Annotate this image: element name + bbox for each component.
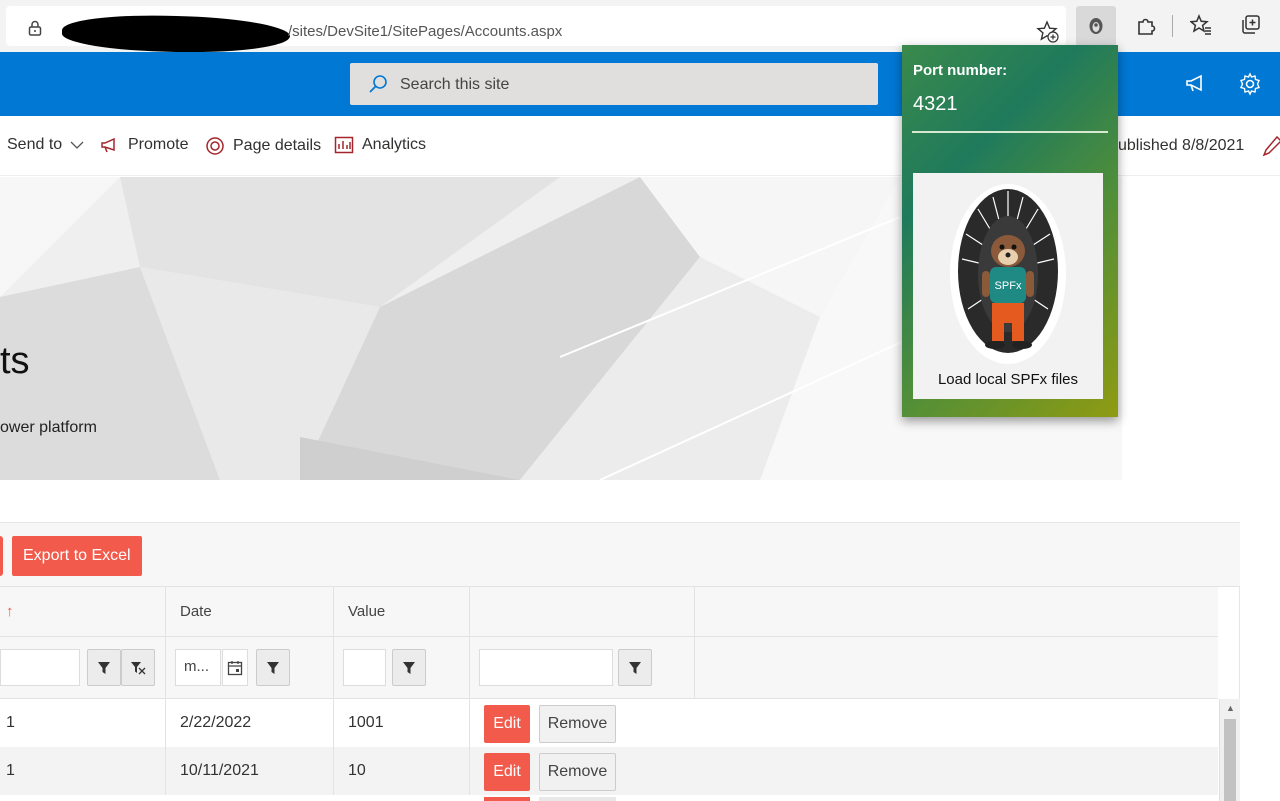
favorites-icon[interactable] [1188,12,1214,38]
cell-id: 1 [0,699,166,747]
export-to-excel-button[interactable]: Export to Excel [12,536,142,576]
promote-button[interactable]: Promote [100,136,188,154]
accounts-grid: Export to Excel ↑ Date Value m... 1 2/22… [0,522,1240,801]
send-to-button[interactable]: Send to [7,136,84,154]
send-to-label: Send to [7,136,63,153]
calendar-icon[interactable] [222,649,248,686]
page-details-label: Page details [233,137,322,154]
search-box[interactable]: Search this site [350,63,878,105]
filter-icon[interactable] [618,649,652,686]
edit-button[interactable]: Edit [484,705,530,743]
analytics-button[interactable]: Analytics [334,136,426,154]
grid-toolbar: Export to Excel [0,523,1240,587]
puzzle-icon[interactable] [1133,12,1159,38]
search-icon [369,75,387,93]
column-header-id[interactable]: ↑ [0,587,166,637]
search-input[interactable]: Search this site [400,76,509,94]
grid-header: ↑ Date Value [0,587,1218,637]
cell-date: 10/11/2021 [166,747,334,795]
spfx-mascot-image: SPFx [950,184,1066,364]
table-row[interactable]: 1 10/11/2021 10 Edit Remove [0,747,1218,795]
add-favorite-icon[interactable] [1036,20,1060,44]
column-header-date-label: Date [180,603,212,620]
grid-filter-row: m... [0,637,1218,699]
filter-cell-id [0,637,166,699]
cell-date: 2/22/2022 [166,699,334,747]
filter-cell-value [334,637,470,699]
cell-value: 10 [334,747,470,795]
collections-icon[interactable] [1238,12,1264,38]
port-input-underline [912,131,1108,133]
port-number-label: Port number: [913,62,1008,79]
table-row[interactable]: 1 2/22/2022 1001 Edit Remove [0,699,1218,747]
page-details-button[interactable]: Page details [205,136,321,156]
table-row-partial [0,795,1218,801]
filter-icon[interactable] [256,649,290,686]
toolbar-separator [1172,15,1173,37]
load-spfx-label: Load local SPFx files [937,371,1079,388]
scroll-up-icon[interactable]: ▲ [1226,703,1235,713]
column-header-actions [470,587,695,637]
page-subtitle: ower platform [0,419,97,436]
scroll-thumb[interactable] [1224,719,1236,801]
filter-input-date[interactable]: m... [175,649,221,686]
column-header-value-label: Value [348,603,386,620]
analytics-icon [334,136,354,154]
mascot-shirt-text: SPFx [995,280,1022,292]
load-spfx-button[interactable]: SPFx Load local SPFx files [913,173,1103,399]
spfx-extension-button[interactable] [1076,6,1116,46]
spfx-extension-popup: Port number: 4321 SPFx Load local SPFx f… [902,45,1118,417]
port-number-input[interactable]: 4321 [913,93,958,116]
filter-input-id[interactable] [0,649,80,686]
filter-cell-actions [470,637,695,699]
column-header-date[interactable]: Date [166,587,334,637]
filter-icon[interactable] [392,649,426,686]
promote-icon [101,137,115,153]
promote-label: Promote [128,136,189,153]
filter-icon[interactable] [87,649,121,686]
filter-cell-date: m... [166,637,334,699]
pencil-icon[interactable] [1262,135,1280,157]
toolbar-button-partial[interactable] [0,536,3,576]
remove-button[interactable]: Remove [539,753,616,791]
address-bar[interactable]: /sites/DevSite1/SitePages/Accounts.aspx [6,6,1066,56]
clear-filter-icon[interactable] [121,649,155,686]
redacted-host [61,12,291,56]
megaphone-icon[interactable] [1184,74,1208,94]
lock-icon [28,20,42,36]
remove-button[interactable]: Remove [539,705,616,743]
sort-ascending-icon: ↑ [6,603,14,620]
page-title: ts [0,340,30,382]
filter-input-actions[interactable] [479,649,613,686]
filter-input-value[interactable] [343,649,386,686]
page-details-icon [206,137,224,155]
spfx-extension-icon [1089,18,1103,34]
column-header-value[interactable]: Value [334,587,470,637]
cell-value: 1001 [334,699,470,747]
url-text: /sites/DevSite1/SitePages/Accounts.aspx [288,23,563,40]
cell-id: 1 [0,747,166,795]
edit-button[interactable]: Edit [484,753,530,791]
published-status: ublished 8/8/2021 [1118,137,1245,154]
gear-icon[interactable] [1238,72,1262,96]
grid-scrollbar[interactable]: ▲ [1219,699,1240,801]
chevron-down-icon [70,141,84,149]
analytics-label: Analytics [362,136,427,153]
